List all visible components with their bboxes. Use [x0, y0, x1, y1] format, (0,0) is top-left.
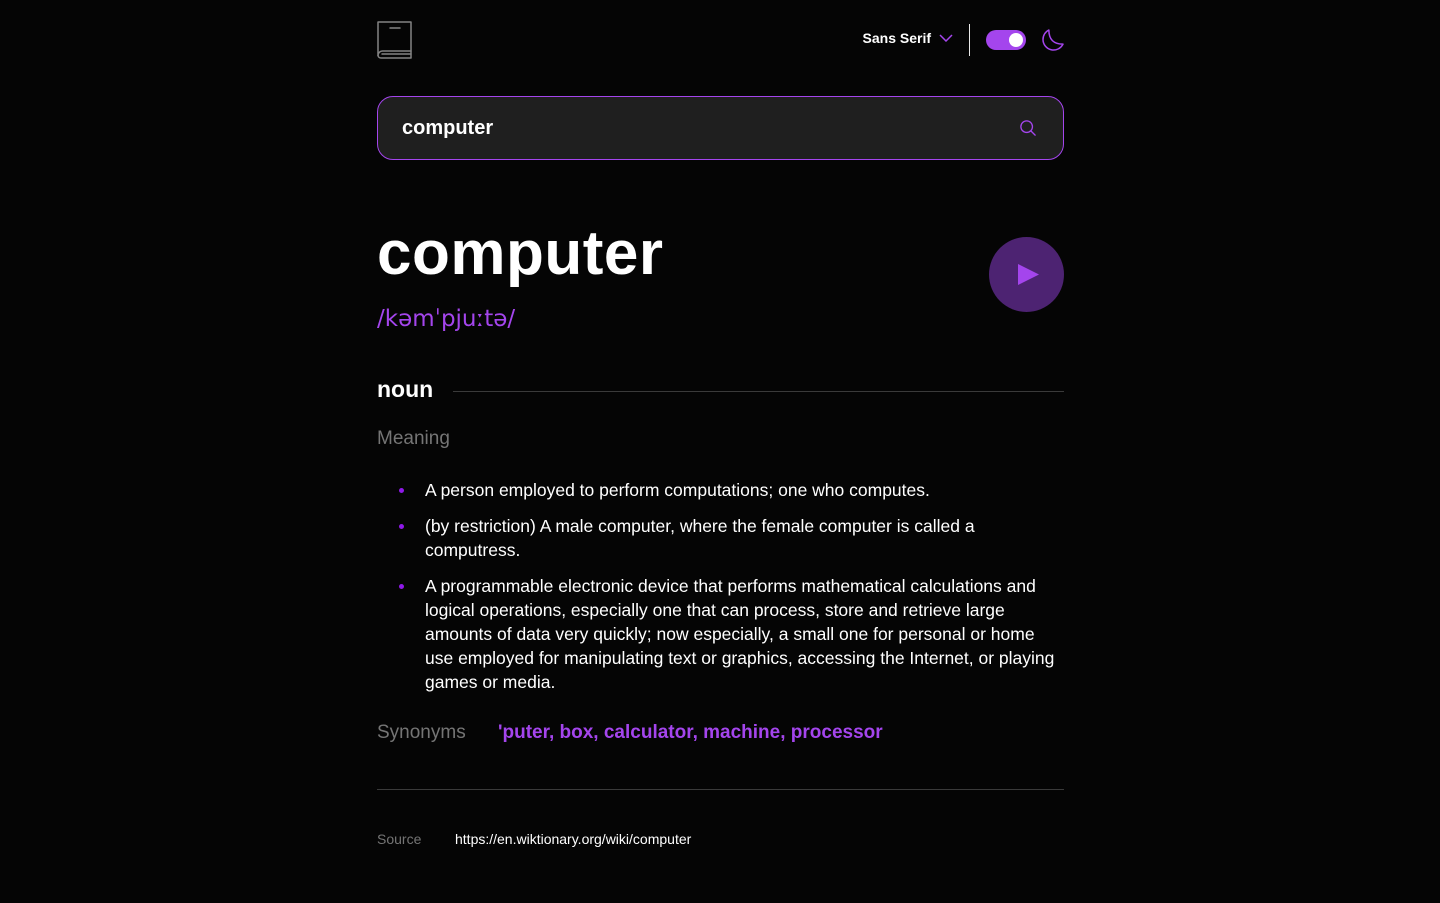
- definition-text: A person employed to perform computation…: [425, 480, 930, 500]
- bullet-icon: [399, 524, 404, 529]
- play-icon: [1018, 264, 1039, 285]
- definition-item: A person employed to perform computation…: [377, 478, 1064, 502]
- definition-text: (by restriction) A male computer, where …: [425, 516, 975, 560]
- app-header: Sans Serif: [377, 20, 1064, 60]
- play-pronunciation-button[interactable]: [989, 237, 1064, 312]
- bullet-icon: [399, 488, 404, 493]
- theme-toggle-knob: [1009, 33, 1023, 47]
- definition-list: A person employed to perform computation…: [377, 478, 1064, 706]
- meaning-heading: Meaning: [377, 428, 450, 449]
- part-of-speech-divider: [453, 391, 1064, 392]
- theme-toggle[interactable]: [986, 30, 1026, 50]
- definition-text: A programmable electronic device that pe…: [425, 576, 1055, 692]
- search-input[interactable]: [402, 97, 982, 159]
- definition-item: A programmable electronic device that pe…: [377, 574, 1064, 694]
- moon-icon: [1042, 29, 1064, 51]
- font-selector[interactable]: Sans Serif: [863, 30, 953, 46]
- source-label: Source: [377, 831, 422, 847]
- search-bar: [377, 96, 1064, 160]
- search-icon[interactable]: [1020, 120, 1036, 136]
- dictionary-app: Sans Serif computer /kəmˈpjuːtə/ noun Me…: [377, 0, 1064, 903]
- header-divider: [969, 24, 970, 56]
- bullet-icon: [399, 584, 404, 589]
- source-divider: [377, 789, 1064, 790]
- entry-phonetic: /kəmˈpjuːtə/: [377, 306, 516, 332]
- chevron-down-icon: [939, 34, 953, 42]
- book-icon[interactable]: [377, 21, 413, 59]
- definition-item: (by restriction) A male computer, where …: [377, 514, 1064, 562]
- part-of-speech: noun: [377, 376, 434, 402]
- source-link[interactable]: https://en.wiktionary.org/wiki/computer: [455, 831, 691, 847]
- entry-word: computer: [377, 219, 664, 288]
- synonyms-list[interactable]: 'puter, box, calculator, machine, proces…: [498, 722, 883, 744]
- font-selector-label: Sans Serif: [862, 30, 931, 46]
- synonyms-heading: Synonyms: [377, 722, 466, 743]
